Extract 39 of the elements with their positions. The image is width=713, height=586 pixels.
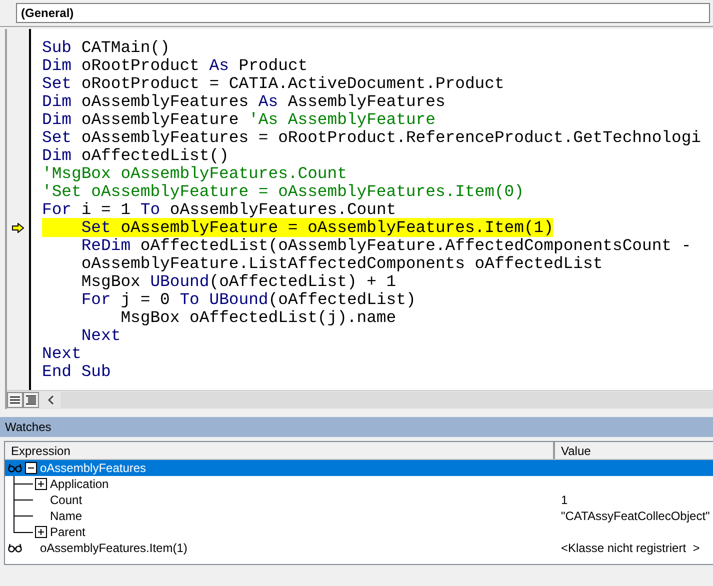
panel-title: Watches	[0, 417, 713, 437]
collapse-icon[interactable]	[25, 462, 37, 474]
expand-icon[interactable]	[35, 526, 47, 538]
code-line: 'Set oAssemblyFeature = oAssemblyFeatures.Item(0)	[42, 182, 524, 201]
code-line: Next	[80, 326, 121, 345]
glasses-icon	[8, 463, 22, 473]
watch-expression[interactable]: Parent	[50, 525, 86, 539]
code-line: MsgBox oAffectedList(j).name	[120, 308, 396, 327]
full-module-view-icon[interactable]	[23, 392, 39, 408]
code-line: oAssemblyFeature.ListAffectedComponents oAffectedList	[80, 254, 603, 273]
watch-expression[interactable]: oAssemblyFeatures	[40, 461, 146, 475]
watch-expression[interactable]: Name	[50, 509, 82, 523]
watch-value: <Klasse nicht registriert >	[560, 541, 701, 555]
watch-expression[interactable]: Application	[50, 477, 109, 491]
code-line: Dim oAssemblyFeatures As AssemblyFeatures	[42, 92, 446, 111]
code-line: Dim oAssemblyFeature 'As AssemblyFeature	[42, 110, 436, 129]
code-line: ReDim oAffectedList(oAssemblyFeature.AffectedComponentsCount -	[80, 236, 692, 255]
code-line: Next	[42, 344, 82, 363]
column-header[interactable]: Value	[555, 442, 713, 459]
code-line: MsgBox UBound(oAffectedList) + 1	[80, 272, 396, 291]
code-line: 'MsgBox oAssemblyFeatures.Count	[42, 164, 347, 183]
expand-icon[interactable]	[35, 478, 47, 490]
watch-value: "CATAssyFeatCollecObject"	[560, 509, 711, 523]
tree-line	[13, 492, 33, 508]
object-dropdown[interactable]: (General)	[16, 3, 710, 23]
procedure-view-icon[interactable]	[7, 392, 23, 408]
code-line: End Sub	[42, 362, 111, 381]
tree-line	[13, 476, 33, 492]
code-line: For i = 1 To oAssemblyFeatures.Count	[42, 200, 396, 219]
code-line: For j = 0 To UBound(oAffectedList)	[80, 290, 416, 309]
watch-expression[interactable]: Count	[50, 493, 82, 507]
watch-value: 1	[560, 493, 569, 507]
code-line: Set oAssemblyFeatures = oRootProduct.ReferenceProduct.GetTechnologi	[42, 128, 702, 147]
watch-expression[interactable]: oAssemblyFeatures.Item(1)	[40, 541, 188, 555]
glasses-icon	[8, 543, 22, 553]
code-line: Dim oRootProduct As Product	[42, 56, 308, 75]
code-line: Sub CATMain()	[42, 38, 170, 57]
code-line: Set oRootProduct = CATIA.ActiveDocument.Product	[42, 74, 504, 93]
code-line: Dim oAffectedList()	[42, 146, 229, 165]
